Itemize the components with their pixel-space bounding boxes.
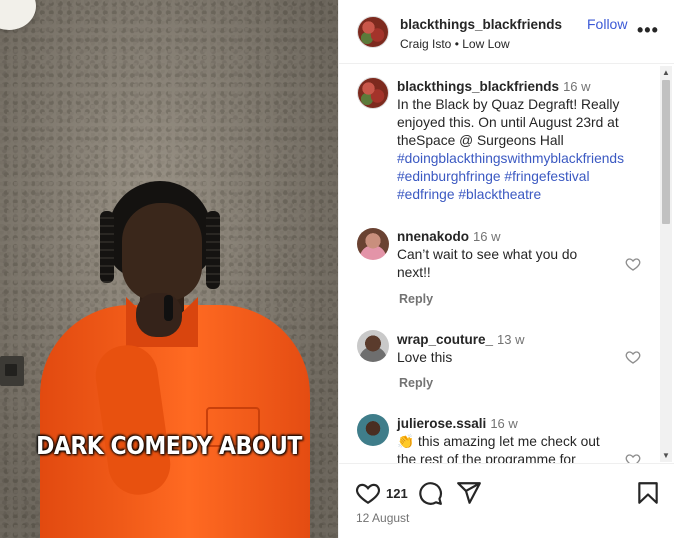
caption-line: enjoyed this. On until August 23rd at (397, 115, 619, 130)
comment-text: Can’t wait to see what you do next!! (397, 246, 635, 282)
comment-text: Love this (397, 349, 635, 367)
hashtag-line[interactable]: #edfringe #blacktheatre (397, 186, 635, 204)
comment-line: next!! (397, 265, 431, 280)
hashtag-line[interactable]: #doingblackthingswithmyblackfriends (397, 150, 635, 168)
commenter-avatar[interactable] (357, 414, 389, 446)
follow-button[interactable]: Follow (587, 16, 627, 32)
commenter-username[interactable]: wrap_couture_ (397, 332, 493, 347)
comment-header: wrap_couture_ 13 w (397, 332, 525, 347)
account-username[interactable]: blackthings_blackfriends (400, 17, 562, 32)
post-date: 12 August (356, 511, 410, 525)
comment-line: the rest of the programme for (397, 452, 576, 463)
scrollbar-thumb[interactable] (662, 80, 670, 224)
comment-time: 16 w (490, 416, 518, 431)
post-media[interactable]: DARK COMEDY ABOUT (0, 0, 338, 538)
performer-figure (40, 175, 310, 538)
comment-text: 👏 this amazing let me check out the rest… (397, 433, 635, 463)
video-subtitle: DARK COMEDY ABOUT (36, 432, 302, 461)
comment-icon[interactable] (417, 480, 443, 506)
caption-avatar[interactable] (357, 77, 389, 109)
comment-line: Can’t wait to see what you do (397, 247, 578, 262)
caption-header: blackthings_blackfriends 16 w (397, 79, 591, 94)
commenter-username[interactable]: nnenakodo (397, 229, 469, 244)
wall-socket (0, 356, 24, 386)
audio-attribution[interactable]: Craig Isto • Low Low (400, 37, 510, 51)
hashtag-line[interactable]: #edinburghfringe #fringefestival (397, 168, 635, 186)
face (122, 203, 202, 301)
reply-button[interactable]: Reply (399, 376, 433, 390)
heart-icon[interactable] (355, 480, 381, 506)
caption-time: 16 w (563, 79, 591, 94)
scroll-up-arrow-icon[interactable]: ▲ (661, 68, 671, 77)
comments-scrollbar[interactable]: ▲ ▼ (660, 66, 672, 462)
more-icon[interactable]: ••• (637, 20, 659, 41)
like-comment-heart-icon[interactable] (625, 349, 641, 365)
audio-song[interactable]: Low Low (462, 37, 509, 51)
account-avatar[interactable] (357, 16, 389, 48)
caption-line: theSpace @ Surgeons Hall (397, 133, 564, 148)
hand (136, 293, 182, 337)
likes-count[interactable]: 121 (386, 486, 408, 501)
microphone (164, 295, 173, 321)
audio-separator: • (454, 37, 459, 51)
post-header: blackthings_blackfriends Follow Craig Is… (339, 0, 674, 64)
comment-line: Love this (397, 350, 453, 365)
commenter-avatar[interactable] (357, 330, 389, 362)
scroll-down-arrow-icon[interactable]: ▼ (661, 451, 671, 460)
comment-header: julierose.ssali 16 w (397, 416, 518, 431)
commenter-username[interactable]: julierose.ssali (397, 416, 486, 431)
commenter-avatar[interactable] (357, 228, 389, 260)
caption-text: In the Black by Quaz Degraft! Really enj… (397, 96, 635, 204)
audio-artist[interactable]: Craig Isto (400, 37, 451, 51)
caption-username[interactable]: blackthings_blackfriends (397, 79, 559, 94)
post-actions-bar: 121 12 August (339, 463, 674, 538)
comment-header: nnenakodo 16 w (397, 229, 500, 244)
like-comment-heart-icon[interactable] (625, 256, 641, 272)
reply-button[interactable]: Reply (399, 292, 433, 306)
like-comment-heart-icon[interactable] (625, 452, 641, 463)
share-icon[interactable] (456, 480, 482, 506)
comment-time: 16 w (473, 229, 501, 244)
bookmark-icon[interactable] (635, 480, 661, 506)
comment-time: 13 w (497, 332, 525, 347)
comments-list[interactable]: blackthings_blackfriends 16 w In the Blac… (339, 65, 674, 463)
comment-line: 👏 this amazing let me check out (397, 434, 600, 449)
post-details-panel: blackthings_blackfriends Follow Craig Is… (338, 0, 674, 538)
caption-line: In the Black by Quaz Degraft! Really (397, 97, 620, 112)
